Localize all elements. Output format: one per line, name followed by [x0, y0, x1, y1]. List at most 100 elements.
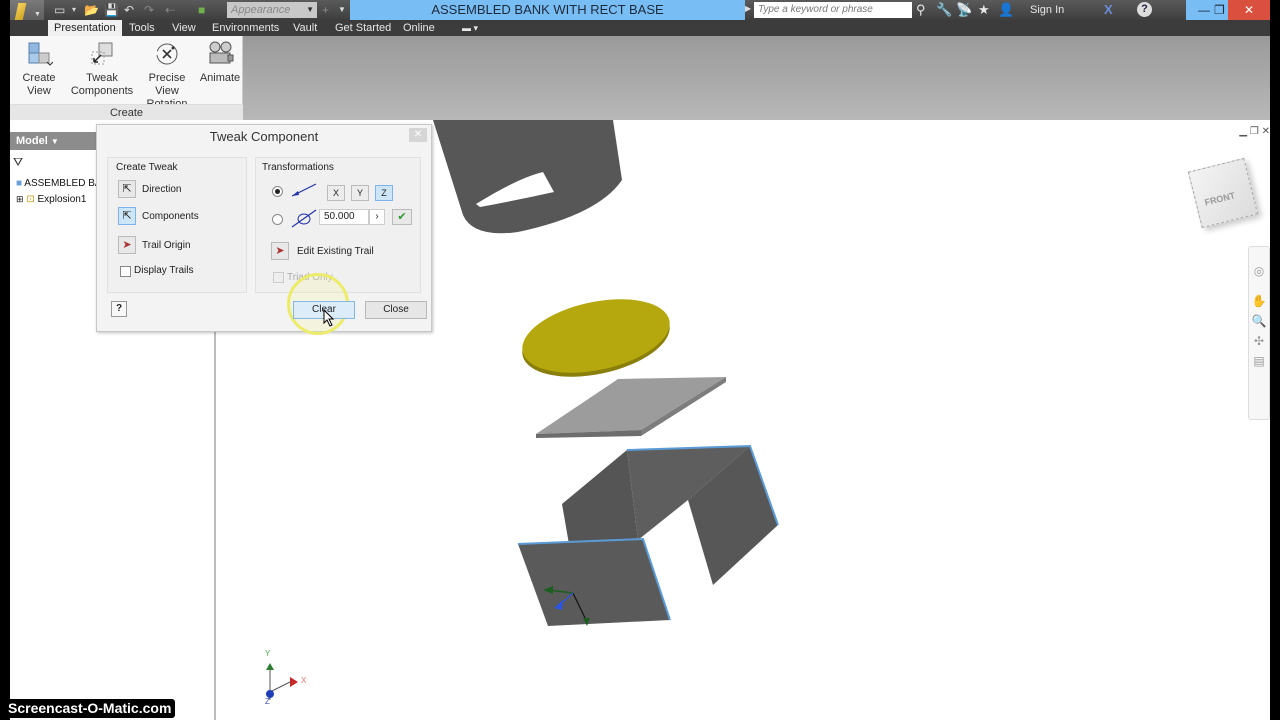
- user-icon[interactable]: 👤: [998, 2, 1014, 18]
- precise-view-rotation-button[interactable]: Precise View Rotation: [136, 40, 198, 111]
- update-icon[interactable]: ■: [198, 2, 205, 18]
- triad-x-arrow: [290, 677, 298, 687]
- edit-existing-trail-button[interactable]: ➤: [271, 242, 289, 260]
- value-arrow-button[interactable]: ›: [369, 209, 385, 225]
- display-trails-label: Display Trails: [134, 265, 194, 276]
- rect-plate[interactable]: [536, 377, 726, 438]
- appearance-value: Appearance: [231, 4, 291, 16]
- tweak-label-2: Components: [70, 85, 134, 97]
- cursor-arrow-icon: ⇱: [122, 210, 132, 222]
- red-cursor-icon: ➤: [122, 239, 132, 251]
- favorites-star-icon[interactable]: ★: [978, 2, 990, 18]
- sign-in-link[interactable]: Sign In: [1030, 2, 1064, 18]
- tree-item-label: ASSEMBLED BA: [24, 178, 102, 189]
- search-expand-icon[interactable]: ▶: [745, 4, 751, 13]
- qat-customize-icon[interactable]: ▼: [338, 2, 346, 18]
- new-file-icon[interactable]: ▭: [54, 2, 65, 18]
- create-view-icon: [25, 40, 54, 68]
- translate-radio[interactable]: [272, 186, 283, 197]
- dialog-close-icon[interactable]: ✕: [409, 128, 427, 142]
- edit-existing-trail-label: Edit Existing Trail: [297, 246, 374, 257]
- restore-icon[interactable]: ❐: [1214, 0, 1225, 20]
- direction-select-button[interactable]: ⇱: [118, 180, 136, 198]
- rotate-radio[interactable]: [272, 214, 283, 225]
- tweak-components-button[interactable]: Tweak Components: [70, 40, 134, 98]
- display-trails-checkbox[interactable]: [120, 266, 131, 277]
- rotate-icon: [291, 209, 317, 228]
- tab-environments[interactable]: Environments: [212, 20, 279, 36]
- viewcube-face-label: FRONT: [1203, 190, 1237, 208]
- document-title: ASSEMBLED BANK WITH RECT BASE: [350, 0, 745, 20]
- redo-icon[interactable]: ↷: [144, 2, 154, 18]
- create-panel-label: Create: [10, 104, 243, 120]
- satellite-icon[interactable]: 📡: [956, 2, 972, 18]
- axis-z-button[interactable]: Z: [375, 185, 393, 201]
- transformations-title: Transformations: [262, 162, 334, 173]
- minimize-icon[interactable]: —: [1198, 0, 1210, 20]
- undo-icon[interactable]: ↶: [124, 2, 134, 18]
- open-icon[interactable]: 📂: [84, 2, 99, 18]
- axis-y-button[interactable]: Y: [351, 185, 369, 201]
- zoom-icon[interactable]: 🔍: [1249, 311, 1269, 331]
- tab-vault[interactable]: Vault: [293, 20, 317, 36]
- tree-item-explosion[interactable]: ⊞ ⊡ Explosion1: [16, 192, 86, 207]
- tree-item-assembly[interactable]: ■ ASSEMBLED BA: [16, 177, 102, 191]
- return-icon[interactable]: ⇠: [165, 2, 175, 18]
- assembly-icon: ■: [16, 178, 23, 189]
- tweak-component-dialog: Tweak Component ✕ Create Tweak ⇱ Directi…: [96, 124, 432, 335]
- triad-y-label: Y: [265, 649, 271, 658]
- dialog-title: Tweak Component: [209, 129, 319, 144]
- save-icon[interactable]: 💾: [104, 2, 119, 18]
- create-view-button[interactable]: Create View: [12, 40, 66, 98]
- tab-online[interactable]: Online: [403, 20, 435, 36]
- look-at-icon[interactable]: ▤: [1249, 351, 1269, 371]
- apply-checkmark-button[interactable]: ✔: [392, 209, 412, 225]
- binoculars-icon[interactable]: ⚲: [916, 2, 926, 18]
- explosion-icon: ⊡: [26, 194, 35, 205]
- mouse-cursor-icon: [323, 309, 335, 327]
- search-input[interactable]: Type a keyword or phrase: [754, 2, 912, 18]
- axis-x-button[interactable]: X: [327, 185, 345, 201]
- trail-origin-select-button[interactable]: ➤: [118, 236, 136, 254]
- expand-icon[interactable]: ⊞: [16, 194, 24, 204]
- inventor-window: ▭ ▾ 📂 💾 ↶ ↷ ⇠ ■ Appearance ▼ + ▼ ASSEMBL…: [10, 0, 1270, 720]
- ribbon-tabs: Presentation Tools View Environments Vau…: [10, 20, 1270, 36]
- ribbon-display-options-icon[interactable]: ▬ ▾: [462, 20, 478, 36]
- close-button[interactable]: Close: [365, 301, 427, 319]
- animate-button[interactable]: Animate: [198, 40, 242, 85]
- triad-only-checkbox[interactable]: [273, 272, 284, 283]
- chevron-down-icon: ▼: [34, 11, 41, 18]
- tab-get-started[interactable]: Get Started: [335, 20, 391, 36]
- trail-origin-label: Trail Origin: [142, 240, 191, 251]
- create-tweak-group: Create Tweak ⇱ Direction ⇱ Components ➤ …: [107, 157, 247, 293]
- add-icon[interactable]: +: [322, 2, 329, 18]
- triad-y-arrow: [266, 663, 274, 670]
- triad-z-label: Z: [265, 697, 270, 706]
- wrench-icon[interactable]: 🔧: [936, 2, 952, 18]
- appearance-dropdown[interactable]: Appearance ▼: [227, 2, 317, 18]
- coin-disk[interactable]: [516, 287, 677, 389]
- dialog-help-button[interactable]: ?: [111, 301, 127, 317]
- u-base[interactable]: [517, 444, 779, 626]
- bank-cylinder[interactable]: [433, 120, 622, 234]
- tab-tools[interactable]: Tools: [129, 20, 155, 36]
- create-tweak-title: Create Tweak: [116, 162, 178, 173]
- orbit-icon[interactable]: ✣: [1249, 331, 1269, 351]
- help-icon[interactable]: ?: [1137, 2, 1152, 17]
- tab-view[interactable]: View: [172, 20, 196, 36]
- components-select-button[interactable]: ⇱: [118, 207, 136, 225]
- browser-header-label: Model: [16, 135, 48, 147]
- transform-value-input[interactable]: 50.000: [319, 209, 369, 225]
- filter-icon[interactable]: ⛛: [13, 155, 23, 170]
- translate-arrow-icon: [291, 183, 317, 197]
- close-window-button[interactable]: ✕: [1228, 0, 1270, 20]
- triad-x-label: X: [301, 676, 307, 685]
- tab-presentation[interactable]: Presentation: [48, 20, 122, 36]
- navigation-bar: ◎ ✋ 🔍 ✣ ▤: [1248, 246, 1270, 420]
- precise-rotation-icon: [153, 40, 181, 68]
- new-dropdown-icon[interactable]: ▾: [72, 2, 76, 18]
- steering-wheel-icon[interactable]: ◎: [1249, 261, 1269, 281]
- exchange-apps-icon[interactable]: X: [1104, 2, 1113, 18]
- create-panel: Create View Tweak Components Precise Vie…: [10, 36, 243, 120]
- pan-hand-icon[interactable]: ✋: [1249, 291, 1269, 311]
